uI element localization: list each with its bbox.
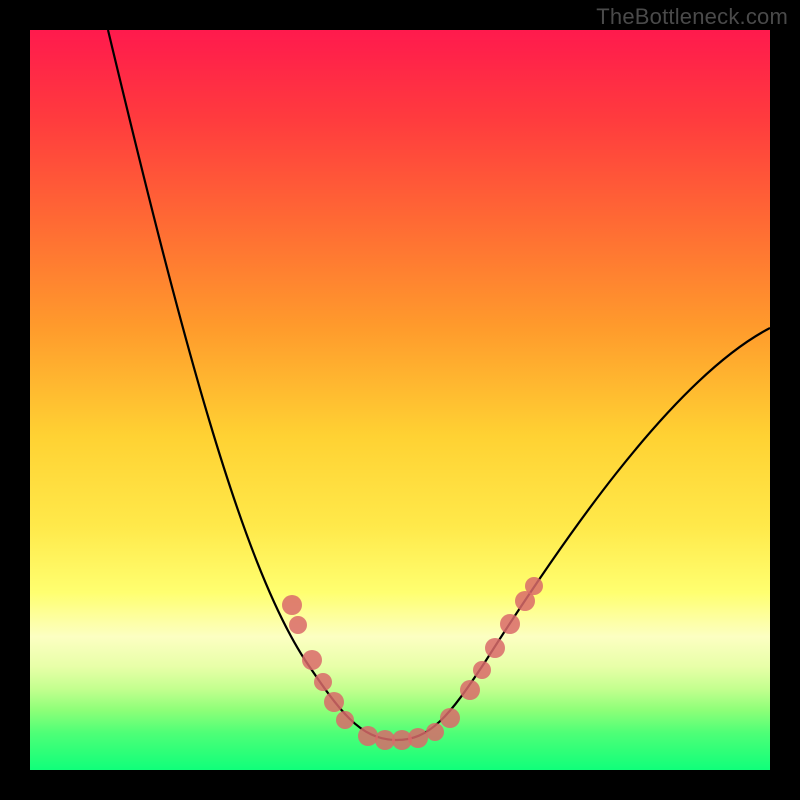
chart-svg <box>30 30 770 770</box>
data-point <box>525 577 543 595</box>
chart-frame: TheBottleneck.com <box>0 0 800 800</box>
chart-plot-area <box>30 30 770 770</box>
data-points <box>282 577 543 750</box>
data-point <box>473 661 491 679</box>
data-point <box>408 728 428 748</box>
data-point <box>358 726 378 746</box>
data-point <box>500 614 520 634</box>
data-point <box>314 673 332 691</box>
data-point <box>324 692 344 712</box>
data-point <box>426 723 444 741</box>
data-point <box>485 638 505 658</box>
data-point <box>336 711 354 729</box>
data-point <box>289 616 307 634</box>
watermark-text: TheBottleneck.com <box>596 4 788 30</box>
data-point <box>302 650 322 670</box>
data-point <box>282 595 302 615</box>
data-point <box>440 708 460 728</box>
data-point <box>460 680 480 700</box>
bottleneck-curve <box>108 30 770 740</box>
